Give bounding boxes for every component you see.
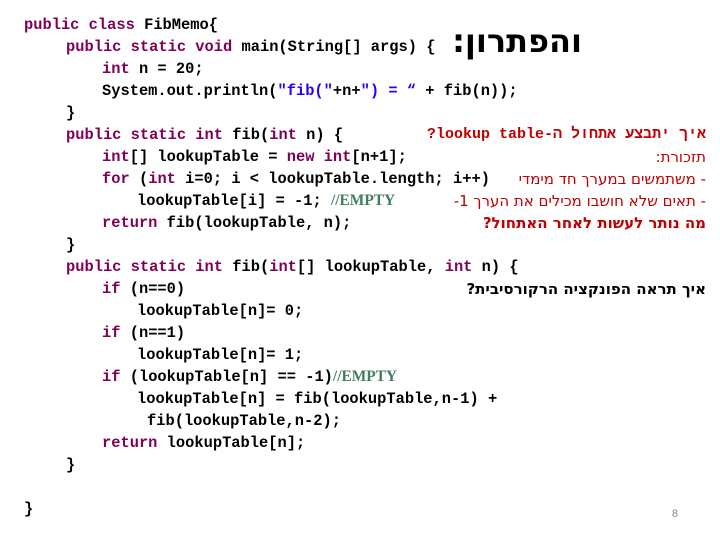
- code-text: lookupTable[i] = -1;: [137, 192, 331, 210]
- code-line-18: lookupTable[n] = fib(lookupTable,n-1) +: [137, 390, 498, 408]
- slide-title: והפתרון:: [452, 22, 582, 60]
- code-text: main(String[] args) {: [232, 38, 436, 56]
- keyword: int: [102, 60, 130, 78]
- keyword: int: [269, 258, 297, 276]
- keyword: public static void: [66, 38, 233, 56]
- keyword: public static int: [66, 258, 224, 276]
- code-text: n) {: [296, 126, 344, 144]
- keyword: if: [102, 280, 121, 298]
- keyword: int: [444, 258, 473, 276]
- code-line-10: return fib(lookupTable, n);: [102, 212, 351, 234]
- code-text: n) {: [472, 258, 519, 276]
- keyword: for: [102, 170, 130, 188]
- code-text: [n+1];: [351, 148, 407, 166]
- code-line-9: lookupTable[i] = -1; //EMPTY: [137, 190, 395, 212]
- code-line-20: return lookupTable[n];: [102, 432, 305, 454]
- code-text: (lookupTable[n] == -1): [120, 368, 333, 386]
- annotation-bullet-empty-cells: - תאים שלא חושבו מכילים את הערך 1-: [453, 192, 706, 210]
- keyword: public class: [24, 16, 135, 34]
- code-text: fib(: [223, 258, 270, 276]
- code-line-14: lookupTable[n]= 0;: [137, 302, 304, 320]
- annotation-init-question: איך יתבצע אתחול ה-lookup table?: [426, 126, 706, 143]
- code-line-12: public static int fib(int[] lookupTable,…: [66, 256, 519, 278]
- keyword: return: [102, 214, 158, 232]
- code-text: (n==1): [120, 324, 186, 342]
- code-text: FibMemo{: [134, 16, 218, 34]
- keyword: int: [102, 148, 130, 166]
- annotation-recursive-question: איך תראה הפונקציה הרקורסיבית?: [466, 280, 706, 298]
- string-literal: "fib(": [277, 82, 333, 100]
- annotation-bullet-1d-array: - משתמשים במערך חד מימדי: [518, 170, 706, 188]
- code-comment: //EMPTY: [332, 368, 398, 385]
- keyword: if: [102, 368, 121, 386]
- code-line-6: public static int fib(int n) {: [66, 124, 343, 146]
- code-line-17: if (lookupTable[n] == -1)//EMPTY: [102, 366, 397, 388]
- code-line-22: }: [24, 500, 34, 518]
- code-text: fib(: [223, 126, 270, 144]
- annotation-after-init-question: מה נותר לעשות לאחר האתחול?: [482, 214, 706, 232]
- code-line-4: System.out.println("fib("+n+") = “ + fib…: [102, 80, 518, 102]
- code-text: fib(lookupTable, n);: [157, 214, 352, 232]
- code-text: n = 20;: [129, 60, 204, 78]
- keyword: public static int: [66, 126, 224, 144]
- code-line-13: if (n==0): [102, 278, 185, 300]
- code-line-21: }: [66, 456, 76, 474]
- code-line-19: fib(lookupTable,n-2);: [147, 412, 341, 430]
- code-text: [] lookupTable =: [129, 148, 287, 166]
- code-line-3: int n = 20;: [102, 58, 204, 80]
- code-line-5: }: [66, 104, 76, 122]
- code-comment: //EMPTY: [330, 192, 396, 209]
- code-text: i=0; i < lookupTable.length; i++): [175, 170, 490, 188]
- code-text: System.out.println(: [102, 82, 278, 100]
- code-text: + fib(n));: [416, 82, 518, 100]
- keyword: int: [269, 126, 297, 144]
- code-line-8: for (int i=0; i < lookupTable.length; i+…: [102, 168, 490, 190]
- keyword: if: [102, 324, 121, 342]
- code-text: +n+: [332, 82, 361, 100]
- page-number: 8: [671, 508, 678, 520]
- code-line-15: if (n==1): [102, 322, 185, 344]
- code-line-1: public class FibMemo{: [24, 14, 218, 36]
- annotation-reminder: תזכורת:: [655, 148, 706, 166]
- code-text: [] lookupTable,: [296, 258, 445, 276]
- code-text: lookupTable[n];: [157, 434, 306, 452]
- code-listing: public class FibMemo{ public static void…: [0, 0, 720, 540]
- code-text: (n==0): [120, 280, 186, 298]
- string-literal: ") = “: [360, 82, 417, 100]
- code-line-11: }: [66, 236, 76, 254]
- keyword: new int: [286, 148, 352, 166]
- keyword: return: [102, 434, 158, 452]
- code-line-2: public static void main(String[] args) {: [66, 36, 435, 58]
- code-text: (: [129, 170, 149, 188]
- code-line-7: int[] lookupTable = new int[n+1];: [102, 146, 407, 168]
- keyword: int: [148, 170, 176, 188]
- code-line-16: lookupTable[n]= 1;: [137, 346, 304, 364]
